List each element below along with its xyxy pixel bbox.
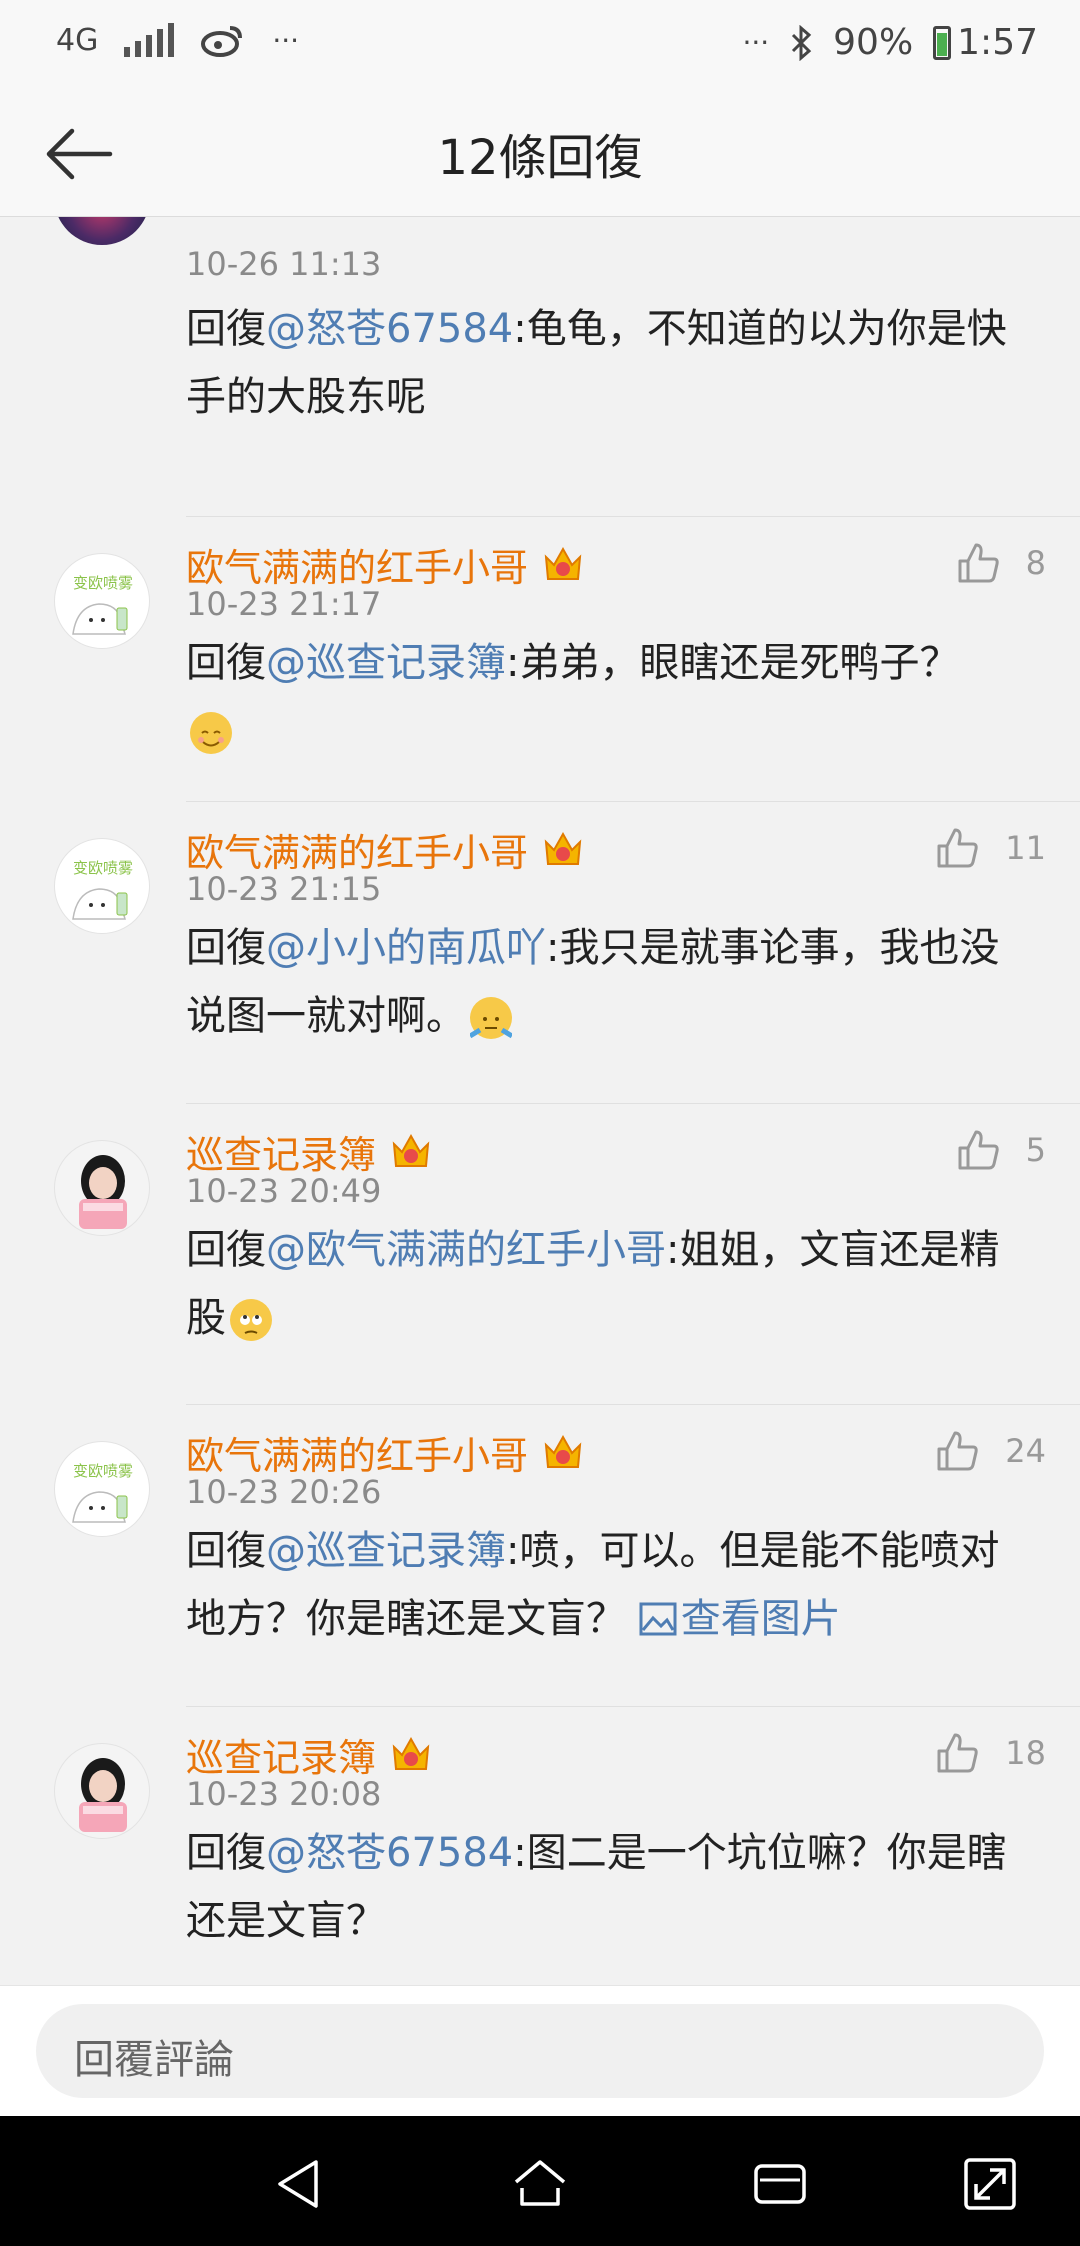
avatar[interactable] — [54, 1140, 150, 1236]
like-button[interactable]: 24 — [933, 1427, 1046, 1475]
comment-item: 巡查记录簿 18 10-23 20:08 回復@怒苍67584:图二是一个坑位嘛… — [0, 1707, 1080, 1985]
crown-badge-icon — [392, 1133, 430, 1167]
eye-roll-emoji-icon — [230, 1299, 272, 1341]
battery-icon — [933, 25, 952, 60]
mention-link[interactable]: @欧气满满的红手小哥 — [266, 1227, 666, 1273]
nav-expand-icon[interactable] — [960, 2154, 1020, 2214]
mention-link[interactable]: @怒苍67584 — [266, 1830, 513, 1876]
comment-time: 10-23 21:15 — [186, 870, 382, 908]
comment-text: 回復@怒苍67584:龟龟，不知道的以为你是快手的大股东呢 — [186, 295, 1036, 431]
more-notifications: ··· — [272, 23, 300, 57]
mention-link[interactable]: @巡查记录簿 — [266, 640, 506, 686]
bluetooth-icon — [792, 24, 812, 61]
mention-link[interactable]: @小小的南瓜吖 — [266, 925, 546, 971]
comment-item: 巡查记录簿 5 10-23 20:49 回復@欧气满满的红手小哥:姐姐，文盲还是… — [0, 1104, 1080, 1405]
like-count: 5 — [1025, 1131, 1046, 1169]
comment-username[interactable]: 欧气满满的红手小哥 — [186, 822, 586, 877]
battery-percent: 90% — [833, 22, 914, 63]
view-image-link[interactable]: 查看图片 — [639, 1596, 841, 1642]
system-nav-bar — [0, 2116, 1080, 2246]
like-button[interactable]: 5 — [954, 1126, 1046, 1174]
like-button[interactable]: 18 — [933, 1729, 1046, 1777]
comment-time: 10-23 21:17 — [186, 585, 382, 623]
avatar[interactable]: 变欧喷雾 — [54, 553, 150, 649]
page-title: 12條回復 — [437, 130, 643, 186]
nav-recents-icon[interactable] — [750, 2154, 810, 2214]
status-bar: 4G ··· ··· 90% 1:57 — [0, 0, 1080, 90]
thumbs-up-icon — [937, 1733, 978, 1773]
comment-username[interactable]: 巡查记录簿 — [186, 1124, 434, 1179]
reply-bar: 回覆評論 — [0, 1985, 1080, 2117]
avatar[interactable]: 变欧喷雾 — [54, 1441, 150, 1537]
avatar[interactable]: 变欧喷雾 — [54, 838, 150, 934]
avatar[interactable] — [54, 1743, 150, 1839]
avatar-text: 变欧喷雾 — [73, 859, 133, 877]
comment-item: 10-26 11:13 回復@怒苍67584:龟龟，不知道的以为你是快手的大股东… — [0, 217, 1080, 517]
shrug-emoji-icon — [468, 997, 514, 1039]
reply-list[interactable]: 10-26 11:13 回復@怒苍67584:龟龟，不知道的以为你是快手的大股东… — [0, 217, 1080, 1985]
comment-time: 10-26 11:13 — [186, 245, 382, 283]
comment-text: 回復@怒苍67584:图二是一个坑位嘛？你是瞎还是文盲？ — [186, 1830, 1007, 1944]
comment-time: 10-23 20:49 — [186, 1172, 382, 1210]
comment-username[interactable]: 欧气满满的红手小哥 — [186, 1425, 586, 1480]
reply-input[interactable]: 回覆評論 — [36, 2004, 1044, 2098]
comment-text: 回復@欧气满满的红手小哥:姐姐，文盲还是精股 — [186, 1227, 1000, 1341]
comment-username[interactable]: 欧气满满的红手小哥 — [186, 537, 586, 592]
crown-badge-icon — [544, 546, 582, 580]
reply-placeholder: 回覆評論 — [74, 2037, 234, 2083]
crown-badge-icon — [544, 831, 582, 865]
like-count: 24 — [1005, 1432, 1046, 1470]
more-status: ··· — [742, 26, 770, 59]
thumbs-up-icon — [958, 1130, 999, 1170]
signal-icon — [124, 23, 175, 57]
nav-home-icon[interactable] — [510, 2154, 570, 2214]
mention-link[interactable]: @巡查记录簿 — [266, 1528, 506, 1574]
mention-link[interactable]: @怒苍67584 — [266, 306, 513, 352]
clock: 1:57 — [957, 22, 1038, 63]
crown-badge-icon — [544, 1434, 582, 1468]
like-button[interactable]: 11 — [933, 824, 1046, 872]
thumbs-up-icon — [958, 543, 999, 583]
avatar-text: 变欧喷雾 — [73, 574, 133, 592]
like-count: 18 — [1005, 1734, 1046, 1772]
comment-username[interactable]: 巡查记录簿 — [186, 1727, 434, 1782]
like-count: 8 — [1025, 544, 1046, 582]
thumbs-up-icon — [937, 828, 978, 868]
reply-prefix: 回復 — [186, 306, 266, 352]
like-count: 11 — [1005, 829, 1046, 867]
comment-time: 10-23 20:08 — [186, 1775, 382, 1813]
crown-badge-icon — [392, 1736, 430, 1770]
comment-time: 10-23 20:26 — [186, 1473, 382, 1511]
comment-text: 回復@小小的南瓜吖:我只是就事论事，我也没说图一就对啊。 — [186, 925, 1000, 1039]
avatar[interactable] — [54, 217, 150, 245]
avatar-text: 变欧喷雾 — [73, 1462, 133, 1480]
network-indicator: 4G — [56, 22, 99, 58]
thumbs-up-icon — [937, 1431, 978, 1471]
like-button[interactable]: 8 — [954, 539, 1046, 587]
image-icon — [639, 1602, 677, 1636]
comment-text: 回復@巡查记录簿:弟弟，眼瞎还是死鸭子？ — [186, 629, 1036, 765]
comment-item: 变欧喷雾 欧气满满的红手小哥 11 10-23 21:15 回復@小小的南瓜吖:… — [0, 802, 1080, 1104]
top-app-bar: 12條回復 — [0, 90, 1080, 217]
comment-text: 回復@巡查记录簿:喷，可以。但是能不能喷对地方？你是瞎还是文盲？ 查看图片 — [186, 1528, 1000, 1642]
comment-item: 变欧喷雾 欧气满满的红手小哥 24 10-23 20:26 回復@巡查记录簿:喷… — [0, 1405, 1080, 1707]
weibo-icon — [201, 26, 243, 57]
comment-item: 变欧喷雾 欧气满满的红手小哥 8 10-23 21:17 回復@巡查记录簿:弟弟… — [0, 517, 1080, 802]
smile-emoji-icon — [190, 712, 232, 754]
nav-back-icon[interactable] — [270, 2154, 330, 2214]
